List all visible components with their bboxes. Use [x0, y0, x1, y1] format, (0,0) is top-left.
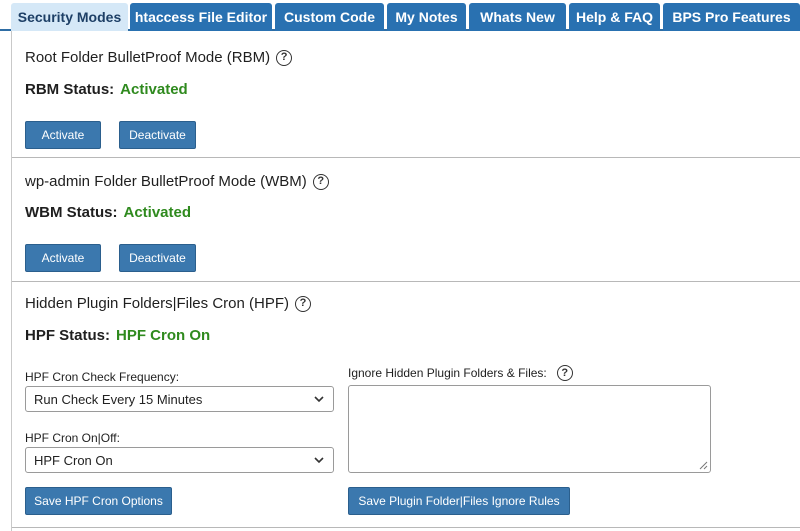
tab-bps-pro-features[interactable]: BPS Pro Features: [663, 3, 800, 31]
rbm-deactivate-button[interactable]: Deactivate: [119, 121, 196, 149]
wbm-activate-button[interactable]: Activate: [25, 244, 101, 272]
hpf-status-value: HPF Cron On: [116, 327, 211, 344]
resize-grip-icon[interactable]: [699, 461, 708, 470]
rbm-title-text: Root Folder BulletProof Mode (RBM): [25, 49, 271, 66]
wbm-status-value: Activated: [123, 204, 192, 221]
hpf-section-title: Hidden Plugin Folders|Files Cron (HPF) ?: [25, 295, 311, 312]
wbm-title-text: wp-admin Folder BulletProof Mode (WBM): [25, 173, 307, 190]
wbm-section-title: wp-admin Folder BulletProof Mode (WBM) ?: [25, 173, 329, 190]
hpf-onoff-label: HPF Cron On|Off:: [25, 431, 120, 445]
hpf-frequency-label: HPF Cron Check Frequency:: [25, 370, 180, 384]
help-icon[interactable]: ?: [556, 365, 573, 381]
hpf-title-text: Hidden Plugin Folders|Files Cron (HPF): [25, 295, 289, 312]
tab-custom-code[interactable]: Custom Code: [275, 3, 384, 31]
tab-bar: Security Modes htaccess File Editor Cust…: [0, 0, 800, 31]
wbm-status: WBM Status: Activated: [25, 204, 191, 221]
wbm-status-label: WBM Status:: [25, 204, 118, 221]
rbm-section-title: Root Folder BulletProof Mode (RBM) ?: [25, 49, 293, 66]
tab-security-modes[interactable]: Security Modes: [11, 3, 128, 31]
help-icon[interactable]: ?: [276, 49, 293, 66]
rbm-status-value: Activated: [120, 81, 188, 98]
help-icon[interactable]: ?: [295, 295, 311, 312]
rbm-status: RBM Status: Activated: [25, 81, 188, 98]
tab-htaccess-file-editor[interactable]: htaccess File Editor: [130, 3, 272, 31]
tab-help-faq[interactable]: Help & FAQ: [569, 3, 660, 31]
hpf-status: HPF Status: HPF Cron On: [25, 327, 210, 344]
save-hpf-cron-options-button[interactable]: Save HPF Cron Options: [25, 487, 172, 515]
rbm-activate-button[interactable]: Activate: [25, 121, 101, 149]
section-divider: [12, 527, 800, 528]
chevron-down-icon: [314, 457, 324, 464]
wbm-deactivate-button[interactable]: Deactivate: [119, 244, 196, 272]
hpf-onoff-value: HPF Cron On: [34, 452, 113, 468]
save-ignore-rules-button[interactable]: Save Plugin Folder|Files Ignore Rules: [348, 487, 570, 515]
hpf-ignore-label-row: Ignore Hidden Plugin Folders & Files: ?: [348, 365, 573, 381]
tab-my-notes[interactable]: My Notes: [387, 3, 466, 31]
hpf-status-label: HPF Status:: [25, 327, 111, 344]
hpf-ignore-textarea[interactable]: [348, 385, 711, 473]
hpf-onoff-select[interactable]: HPF Cron On: [25, 447, 334, 473]
rbm-status-label: RBM Status:: [25, 81, 115, 98]
hpf-frequency-value: Run Check Every 15 Minutes: [34, 391, 203, 407]
hpf-frequency-select[interactable]: Run Check Every 15 Minutes: [25, 386, 334, 412]
section-divider: [12, 157, 800, 158]
help-icon[interactable]: ?: [312, 173, 329, 190]
section-divider: [12, 281, 800, 282]
tab-whats-new[interactable]: Whats New: [469, 3, 566, 31]
hpf-ignore-label: Ignore Hidden Plugin Folders & Files:: [348, 366, 547, 380]
chevron-down-icon: [314, 396, 324, 403]
